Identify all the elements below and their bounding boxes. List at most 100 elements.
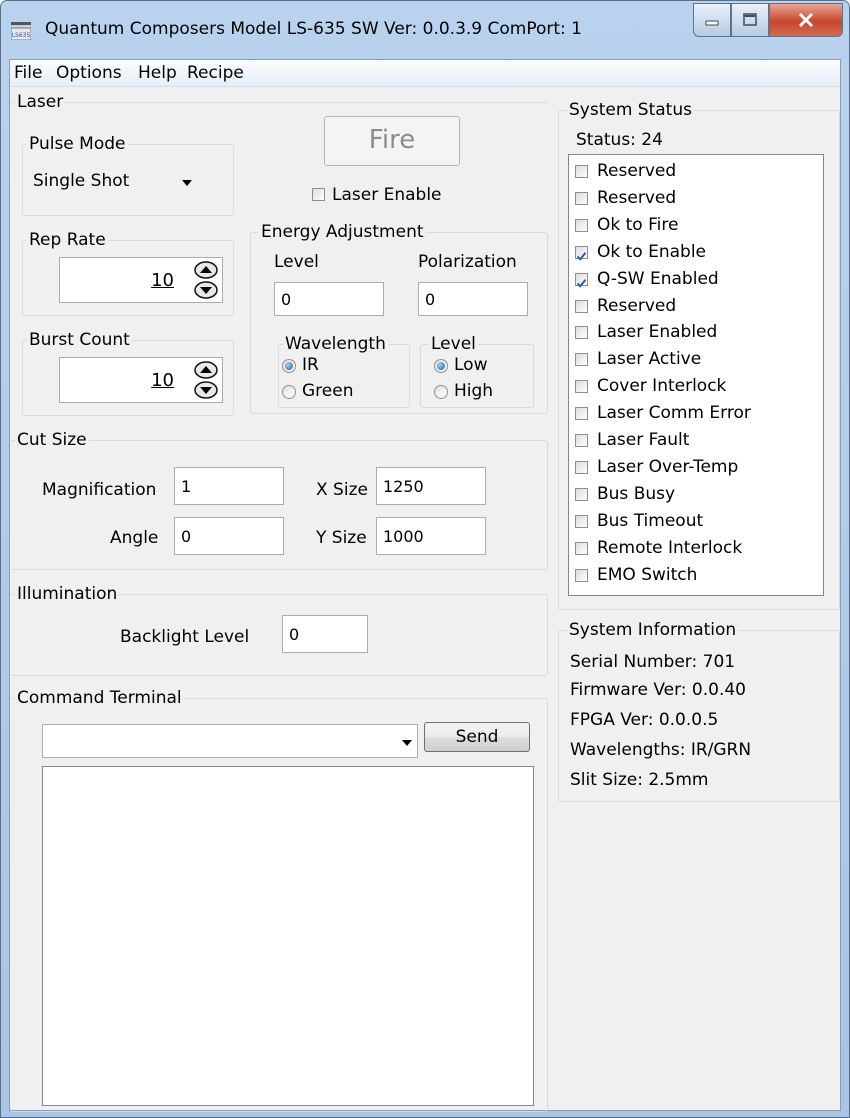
status-flag-label: Laser Over-Temp [597,456,739,477]
illumination-group: Illumination [10,584,548,676]
command-terminal-legend: Command Terminal [15,688,184,708]
rep-rate-spinner[interactable]: 10 [59,257,223,303]
check-mark-icon [576,278,587,288]
menu-file[interactable]: File [14,63,42,83]
wavelength-green-label: Green [302,381,354,401]
x-size-label: X Size [316,480,368,500]
pulse-mode-legend: Pulse Mode [27,134,128,154]
command-input[interactable] [42,724,418,758]
status-flag-label: Laser Fault [597,430,690,450]
polarization-label: Polarization [418,252,517,272]
rep-rate-legend: Rep Rate [27,230,108,250]
system-info-legend: System Information [567,620,739,640]
client-area: File Options Help Recipe Laser Pulse Mod… [9,59,841,1112]
backlight-level-input[interactable]: 0 [282,615,368,653]
minimize-button[interactable] [693,3,731,37]
energy-level-input[interactable]: 0 [274,282,384,316]
menu-options[interactable]: Options [56,63,122,83]
close-icon [798,12,814,28]
firmware-version: Firmware Ver: 0.0.40 [570,680,746,700]
window-title: Quantum Composers Model LS-635 SW Ver: 0… [45,19,582,39]
y-size-label: Y Size [316,528,367,548]
status-flag-row: Laser Comm Error [575,401,815,427]
status-flag-label: Ok to Enable [597,241,707,262]
x-size-input[interactable]: 1250 [376,467,486,505]
angle-input[interactable]: 0 [174,517,284,555]
minimize-icon [705,20,719,26]
status-flag-checkbox [575,353,588,367]
system-status-legend: System Status [567,100,694,120]
status-flag-checkbox [575,326,588,340]
fpga-version: FPGA Ver: 0.0.0.5 [570,710,719,730]
level-low-radio[interactable] [434,359,448,373]
wavelength-legend: Wavelength [283,334,388,354]
spin-up-icon[interactable] [194,361,218,379]
status-flag-label: Laser Active [597,349,702,370]
status-flag-row: Remote Interlock [575,536,815,562]
status-flag-checkbox [575,541,588,555]
fire-button[interactable]: Fire [324,116,460,166]
rep-rate-value: 10 [151,270,174,291]
check-mark-icon [576,251,587,261]
burst-count-spinner[interactable]: 10 [59,357,223,403]
burst-count-legend: Burst Count [27,330,132,350]
status-flag-label: Bus Busy [597,483,676,504]
status-flag-checkbox [575,380,588,394]
status-flag-row: Reserved [575,186,815,212]
y-size-input[interactable]: 1000 [376,517,486,555]
status-flag-row: Bus Busy [575,482,815,508]
spin-up-icon[interactable] [194,261,218,279]
status-flag-checkbox [575,165,588,178]
spin-down-icon[interactable] [194,381,218,399]
status-flag-checkbox [575,272,588,288]
chevron-down-icon [402,740,412,746]
polarization-input[interactable]: 0 [418,282,528,316]
burst-count-group: Burst Count 10 [22,330,234,416]
status-flag-checkbox [575,245,588,261]
terminal-output[interactable] [42,766,534,1106]
illumination-legend: Illumination [15,584,120,604]
chevron-down-icon [182,180,192,186]
status-flag-checkbox [575,568,588,582]
status-flag-label: Reserved [597,295,677,316]
status-flag-label: Remote Interlock [597,537,743,558]
pulse-mode-select[interactable]: Single Shot [29,165,201,199]
status-flag-label: Cover Interlock [597,376,727,397]
rep-rate-group: Rep Rate 10 [22,230,234,316]
wavelength-ir-label: IR [302,355,319,375]
status-flag-row: Ok to Enable [575,240,815,266]
level-high-radio[interactable] [434,385,448,399]
slit-size: Slit Size: 2.5mm [570,770,709,790]
menu-bar: File Options Help Recipe [10,60,840,87]
title-bar[interactable]: LS635 Quantum Composers Model LS-635 SW … [1,1,849,59]
close-button[interactable] [769,3,843,37]
menu-recipe[interactable]: Recipe [187,63,244,83]
app-icon: LS635 [11,22,31,40]
status-flag-row: Bus Timeout [575,509,815,535]
status-flag-row: Reserved [575,159,815,185]
maximize-button[interactable] [731,3,769,37]
status-flag-checkbox [575,434,588,447]
energy-adjustment-legend: Energy Adjustment [259,222,426,242]
app-icon-text: LS635 [12,32,31,39]
status-flag-row: Q-SW Enabled [575,267,815,293]
status-flag-checkbox [575,407,588,421]
menu-help[interactable]: Help [138,63,177,83]
spin-down-icon[interactable] [194,281,218,299]
angle-label: Angle [110,528,159,548]
status-flag-label: Ok to Fire [597,214,679,235]
status-flag-checkbox [575,460,588,474]
laser-enable-checkbox[interactable] [312,188,325,201]
wavelength-green-radio[interactable] [282,385,296,399]
status-flag-label: Laser Comm Error [597,403,751,424]
status-flag-list: Reserved Reserved Ok to Fire Ok to Enable Q-… [568,154,824,596]
wavelength-ir-radio[interactable] [282,359,296,373]
status-flag-row: Ok to Fire [575,213,815,239]
status-flag-label: Reserved [597,161,677,181]
send-button[interactable]: Send [424,722,530,752]
status-flag-row: EMO Switch [575,563,815,589]
status-flag-label: EMO Switch [597,564,698,585]
status-flag-row: Laser Enabled [575,320,815,346]
level-low-label: Low [454,355,488,375]
magnification-input[interactable]: 1 [174,467,284,505]
